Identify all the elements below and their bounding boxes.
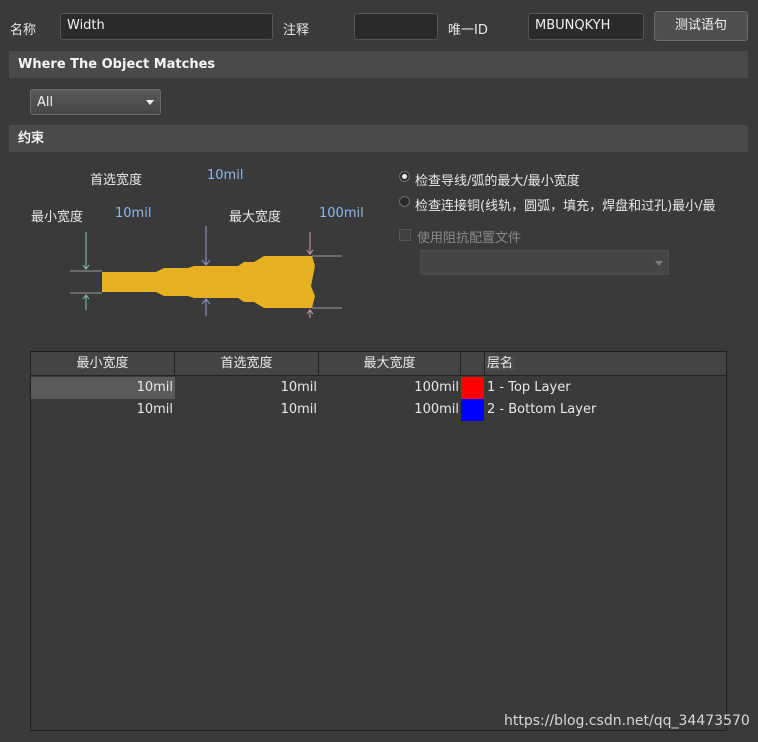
layer-table: 最小宽度 首选宽度 最大宽度 层名 10mil 10mil 100mil 1 -… [30, 351, 727, 731]
max-width-label: 最大宽度 [229, 210, 282, 225]
where-dropdown[interactable]: All [30, 89, 161, 115]
table-cell-layer[interactable]: 1 - Top Layer [487, 377, 571, 399]
where-dropdown-value: All [37, 95, 54, 110]
test-query-button[interactable]: 测试语句 [654, 11, 748, 41]
column-header-layer[interactable]: 层名 [485, 352, 726, 376]
min-width-value[interactable]: 10mil [115, 206, 151, 221]
check-trace-label: 检查导线/弧的最大/最小宽度 [415, 174, 580, 189]
uid-label: 唯一ID [448, 23, 488, 38]
chevron-down-icon [655, 261, 663, 266]
table-cell-layer[interactable]: 2 - Bottom Layer [487, 399, 596, 421]
table-cell-max[interactable]: 100mil [319, 377, 459, 399]
check-copper-option[interactable]: 检查连接铜(线轨，圆弧，填充，焊盘和过孔)最小/最 [399, 195, 729, 213]
uid-input[interactable]: MBUNQKYH [528, 13, 644, 40]
width-diagram [70, 226, 342, 318]
table-cell-preferred[interactable]: 10mil [175, 377, 317, 399]
where-section-header: Where The Object Matches [9, 51, 748, 78]
name-label: 名称 [10, 23, 37, 38]
name-input[interactable]: Width [60, 13, 273, 40]
min-width-label: 最小宽度 [31, 210, 84, 225]
table-cell-min[interactable]: 10mil [31, 377, 173, 399]
layer-header-text: 层名 [485, 356, 516, 371]
column-header-max[interactable]: 最大宽度 [319, 352, 461, 376]
radio-copper[interactable] [399, 196, 410, 207]
trace-shape [102, 256, 315, 308]
impedance-label: 使用阻抗配置文件 [417, 231, 522, 246]
layer-color-swatch [461, 377, 484, 399]
constraint-section-header: 约束 [9, 125, 748, 152]
column-header-min[interactable]: 最小宽度 [31, 352, 175, 376]
column-header-color[interactable] [461, 352, 485, 376]
impedance-checkbox[interactable] [399, 229, 411, 241]
table-cell-max[interactable]: 100mil [319, 399, 459, 421]
table-cell-preferred[interactable]: 10mil [175, 399, 317, 421]
preferred-width-value[interactable]: 10mil [207, 168, 243, 183]
max-width-value[interactable]: 100mil [319, 206, 364, 221]
preferred-width-label: 首选宽度 [90, 173, 143, 188]
layer-color-swatch [461, 399, 484, 421]
chevron-down-icon [146, 100, 154, 105]
comment-label: 注释 [283, 23, 310, 38]
watermark-text: https://blog.csdn.net/qq_34473570 [504, 713, 750, 729]
check-trace-option[interactable]: 检查导线/弧的最大/最小宽度 [399, 170, 729, 189]
table-cell-min[interactable]: 10mil [31, 399, 173, 421]
comment-input[interactable] [354, 13, 438, 40]
check-copper-label: 检查连接铜(线轨，圆弧，填充，焊盘和过孔)最小/最 [415, 199, 716, 213]
impedance-dropdown[interactable] [420, 250, 669, 275]
radio-trace[interactable] [399, 171, 410, 182]
column-header-preferred[interactable]: 首选宽度 [175, 352, 319, 376]
